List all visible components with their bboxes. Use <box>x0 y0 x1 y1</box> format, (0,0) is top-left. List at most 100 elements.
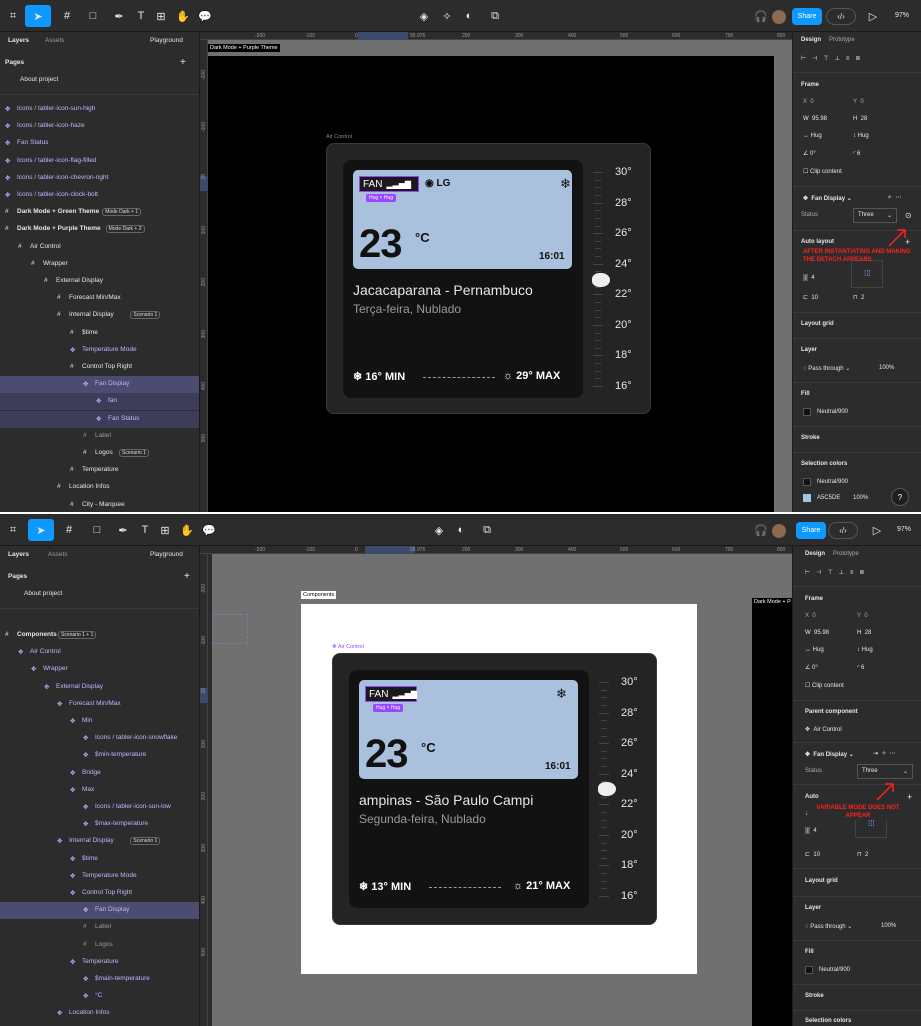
comment-tool-icon[interactable]: 💬 <box>198 519 220 541</box>
y-field[interactable]: Y 0 <box>853 99 864 105</box>
layer-row[interactable]: ✥ Air Control <box>0 644 199 661</box>
padding-field[interactable]: ⊏ 10 <box>803 294 818 301</box>
parent-component-link[interactable]: ✥ Air Control <box>805 726 842 733</box>
page-item[interactable]: About project <box>24 590 62 597</box>
side-frame-label[interactable]: Dark Mode + P <box>752 598 792 606</box>
layer-row[interactable]: ✥ Min <box>0 713 199 730</box>
radius-field[interactable]: ◜ 6 <box>853 150 860 157</box>
fan-display[interactable]: FAN ▂▃▅▇ <box>365 686 417 702</box>
temperature-knob[interactable] <box>598 782 616 796</box>
layer-row[interactable]: ✥ °C <box>0 988 199 1005</box>
mode-badge[interactable]: Scenario 1 + 1 <box>58 631 97 639</box>
layer-row[interactable]: ✥ $time <box>0 851 199 868</box>
x-field[interactable]: X 0 <box>803 99 814 105</box>
component-icon[interactable]: ◈ <box>413 5 435 27</box>
layer-row[interactable]: # Dark Mode + Purple Theme Mode Dark + 2 <box>0 221 199 238</box>
layer-row[interactable]: # Location Infos <box>0 479 199 496</box>
tab-assets[interactable]: Assets <box>45 37 65 44</box>
text-tool-icon[interactable]: T <box>130 5 152 27</box>
layer-row[interactable]: ✥ Wrapper <box>0 661 199 678</box>
present-icon[interactable]: ▷ <box>866 519 888 541</box>
status-select[interactable]: Three ⌄ <box>853 208 897 223</box>
fan-display[interactable]: FAN ▂▃▅▇ <box>359 176 419 192</box>
layer-row[interactable]: ✥ Icons / tabler-icon-flag-filled <box>0 153 199 170</box>
alignment-box[interactable]: ⁞⁞⁞ <box>851 260 883 288</box>
layer-row[interactable]: # Wrapper <box>0 256 199 273</box>
share-button[interactable]: Share <box>796 522 826 539</box>
blend-mode[interactable]: ◌ Pass through ⌄ <box>805 923 852 930</box>
gap-field[interactable]: ]|[ 4 <box>805 828 817 834</box>
mode-badge[interactable]: Mode Dark + 2 <box>105 225 145 234</box>
layer-opacity[interactable]: 100% <box>881 923 896 929</box>
fill-name[interactable]: Neutral/900 <box>819 967 850 973</box>
headphones-icon[interactable]: 🎧 <box>750 519 772 541</box>
contrast-icon[interactable]: ◐ <box>458 5 480 27</box>
component-label[interactable]: ✥ Air Control <box>332 644 364 650</box>
add-page-icon[interactable]: + <box>184 571 190 582</box>
selection-swatch-1[interactable] <box>803 478 811 486</box>
layer-row[interactable]: # Logos Scenario 1 <box>0 445 199 462</box>
w-field[interactable]: W 95.98 <box>803 116 827 122</box>
align-icons[interactable]: ⊢⊣⊤⊥≡≣ <box>805 569 870 576</box>
layer-row[interactable]: # Air Control <box>0 239 199 256</box>
component-icon[interactable]: ◈ <box>428 519 450 541</box>
gap-field[interactable]: ]|[ 4 <box>803 275 815 281</box>
pen-tool-icon[interactable]: ✒ <box>112 519 134 541</box>
fill-swatch[interactable] <box>805 966 813 974</box>
padding-vertical-field[interactable]: ⊓ 2 <box>857 851 868 858</box>
air-control-device[interactable]: FAN ▂▃▅▇ ◉ LG Hug × Hug ❄ 23 °C 16:01 Ja… <box>326 143 651 414</box>
component-name[interactable]: ✥ Fan Display ⌄ <box>803 195 852 202</box>
layer-row[interactable]: ✥ Fan Status <box>0 410 199 428</box>
text-tool-icon[interactable]: T <box>134 519 156 541</box>
tab-layers[interactable]: Layers <box>8 551 29 558</box>
layer-row[interactable]: ✥ $min-temperature <box>0 747 199 764</box>
zoom-level[interactable]: 97% <box>897 526 911 533</box>
align-icons[interactable]: ⊢⊣⊤⊥≡≣ <box>801 55 866 62</box>
layer-row[interactable]: # Control Top Right <box>0 359 199 376</box>
layer-row[interactable]: # $time <box>0 325 199 342</box>
add-page-icon[interactable]: + <box>180 57 186 68</box>
radius-field[interactable]: ◜ 6 <box>857 664 864 671</box>
layer-row[interactable]: ✥ Icons / tabler-icon-clock-bolt <box>0 187 199 204</box>
layer-row[interactable]: # Temperature <box>0 462 199 479</box>
mode-badge[interactable]: Scenario 1 <box>119 449 149 457</box>
layer-row[interactable]: # External Display <box>0 273 199 290</box>
boolean-icon[interactable]: ⧉ <box>484 5 506 27</box>
boolean-icon[interactable]: ⧉ <box>476 519 498 541</box>
rotation-field[interactable]: ∠ 0° <box>805 664 818 671</box>
avatar[interactable] <box>772 524 786 538</box>
layer-row[interactable]: ✥ External Display <box>0 679 199 696</box>
tab-design[interactable]: Design <box>805 551 825 557</box>
w-field[interactable]: W 95.98 <box>805 630 829 636</box>
layer-row[interactable]: ✥ Temperature Mode <box>0 868 199 885</box>
layer-row[interactable]: ✥ $max-temperature <box>0 816 199 833</box>
layer-row[interactable]: ✥ Bridge <box>0 765 199 782</box>
hug-width[interactable]: ↔ Hug <box>803 133 822 139</box>
headphones-icon[interactable]: 🎧 <box>750 5 772 27</box>
shape-tool-icon[interactable]: □ <box>86 519 108 541</box>
hug-height[interactable]: ↕ Hug <box>853 133 869 139</box>
frame-label[interactable]: Components <box>301 591 337 599</box>
pen-tool-icon[interactable]: ✒ <box>108 5 130 27</box>
layer-opacity[interactable]: 100% <box>879 365 894 371</box>
layer-row[interactable]: # Components Scenario 1 + 1 <box>0 627 199 644</box>
mode-badge[interactable]: Scenario 1 <box>130 311 161 320</box>
layer-row[interactable]: # Label <box>0 428 199 445</box>
move-tool-icon[interactable]: ➤ <box>28 519 54 541</box>
component-label[interactable]: Air Control <box>326 134 352 140</box>
frame-label[interactable]: Dark Mode + Purple Theme <box>208 44 280 52</box>
layer-row[interactable]: ✥ Icons / tabler-icon-snowflake <box>0 730 199 747</box>
layer-row[interactable]: ✥ Temperature <box>0 954 199 971</box>
y-field[interactable]: Y 0 <box>857 613 868 619</box>
blend-mode[interactable]: ◌ Pass through ⌄ <box>803 365 850 372</box>
layer-row[interactable]: ✥ Icons / tabler-icon-chevron-right <box>0 170 199 187</box>
rotation-field[interactable]: ∠ 0° <box>803 150 816 157</box>
layer-row[interactable]: ✥ Fan Status <box>0 135 199 152</box>
h-field[interactable]: H 28 <box>853 116 867 122</box>
help-button[interactable]: ? <box>891 488 909 506</box>
padding-vertical-field[interactable]: ⊓ 2 <box>853 294 864 301</box>
mode-badge[interactable]: Mode Dark + 1 <box>102 208 142 217</box>
fill-swatch[interactable] <box>803 408 811 416</box>
contrast-icon[interactable]: ◐ <box>450 519 472 541</box>
layer-row[interactable]: ✥City - Marquee <box>0 1023 199 1026</box>
